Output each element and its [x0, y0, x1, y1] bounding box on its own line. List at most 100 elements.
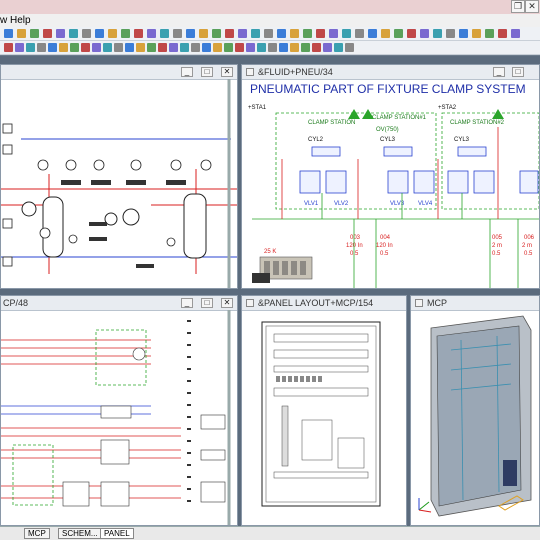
toolbar-tool-icon[interactable]	[43, 29, 52, 38]
toolbar-tool-icon[interactable]	[446, 29, 455, 38]
toolbar-tool-icon[interactable]	[268, 43, 277, 52]
toolbar-tool-icon[interactable]	[26, 43, 35, 52]
toolbar-tool-icon[interactable]	[420, 29, 429, 38]
toolbar-tool-icon[interactable]	[329, 29, 338, 38]
toolbar-tool-icon[interactable]	[147, 29, 156, 38]
toolbar-tool-icon[interactable]	[15, 43, 24, 52]
toolbar-tool-icon[interactable]	[103, 43, 112, 52]
toolbar-tool-icon[interactable]	[56, 29, 65, 38]
pneumatic-drawing[interactable]: PNEUMATIC PART OF FIXTURE CLAMP SYSTEM +…	[242, 79, 539, 288]
pid-window[interactable]: _ □ ✕	[0, 64, 238, 289]
schematic-drawing[interactable]	[1, 310, 237, 525]
tab-schematic[interactable]: SCHEM...	[58, 528, 102, 539]
toolbar-tool-icon[interactable]	[37, 43, 46, 52]
page-icon	[246, 68, 254, 76]
minimize-button[interactable]: _	[181, 67, 193, 77]
toolbar-tool-icon[interactable]	[17, 29, 26, 38]
toolbar-tool-icon[interactable]	[301, 43, 310, 52]
toolbar-tool-icon[interactable]	[30, 29, 39, 38]
toolbar-tool-icon[interactable]	[92, 43, 101, 52]
toolbar-tool-icon[interactable]	[342, 29, 351, 38]
toolbar-tool-icon[interactable]	[257, 43, 266, 52]
toolbar-tool-icon[interactable]	[224, 43, 233, 52]
toolbar-tool-icon[interactable]	[69, 29, 78, 38]
toolbar-tool-icon[interactable]	[312, 43, 321, 52]
toolbar-tool-icon[interactable]	[290, 29, 299, 38]
toolbar-tool-icon[interactable]	[225, 29, 234, 38]
minimize-button[interactable]: _	[493, 67, 505, 77]
toolbar-tool-icon[interactable]	[59, 43, 68, 52]
toolbar-tool-icon[interactable]	[246, 43, 255, 52]
toolbar-tool-icon[interactable]	[235, 43, 244, 52]
toolbar-tool-icon[interactable]	[4, 29, 13, 38]
toolbar-tool-icon[interactable]	[472, 29, 481, 38]
maximize-button[interactable]: □	[201, 298, 213, 308]
toolbar-tool-icon[interactable]	[202, 43, 211, 52]
toolbar-tool-icon[interactable]	[316, 29, 325, 38]
toolbar-tool-icon[interactable]	[238, 29, 247, 38]
toolbar-tool-icon[interactable]	[136, 43, 145, 52]
toolbar-tool-icon[interactable]	[169, 43, 178, 52]
toolbar-tool-icon[interactable]	[433, 29, 442, 38]
menu-help[interactable]: Help	[10, 14, 31, 27]
toolbar-tool-icon[interactable]	[345, 43, 354, 52]
toolbar-tool-icon[interactable]	[121, 29, 130, 38]
minimize-button[interactable]: _	[181, 298, 193, 308]
toolbar-tool-icon[interactable]	[70, 43, 79, 52]
toolbar-tool-icon[interactable]	[368, 29, 377, 38]
toolbar-tool-icon[interactable]	[158, 43, 167, 52]
tab-mcp[interactable]: MCP	[24, 528, 50, 539]
toolbar-tool-icon[interactable]	[212, 29, 221, 38]
toolbar-tool-icon[interactable]	[160, 29, 169, 38]
toolbar-tool-icon[interactable]	[108, 29, 117, 38]
toolbar-tool-icon[interactable]	[251, 29, 260, 38]
panel-layout-window[interactable]: &PANEL LAYOUT+MCP/154	[241, 295, 407, 526]
toolbar-tool-icon[interactable]	[213, 43, 222, 52]
close-button[interactable]: ✕	[221, 67, 233, 77]
page-icon	[246, 299, 254, 307]
toolbar-tool-icon[interactable]	[279, 43, 288, 52]
close-button[interactable]: ✕	[525, 0, 539, 13]
mcp-3d-window[interactable]: MCP	[410, 295, 540, 526]
window-caption: _ □ ✕	[1, 65, 237, 80]
toolbar-tool-icon[interactable]	[134, 29, 143, 38]
toolbar-tool-icon[interactable]	[147, 43, 156, 52]
schematic-window[interactable]: CP/48 _ □ ✕	[0, 295, 238, 526]
pid-drawing[interactable]	[1, 79, 237, 288]
toolbar-tool-icon[interactable]	[180, 43, 189, 52]
maximize-button[interactable]: □	[201, 67, 213, 77]
toolbar-tool-icon[interactable]	[95, 29, 104, 38]
toolbar-tool-icon[interactable]	[394, 29, 403, 38]
tab-panel[interactable]: PANEL	[100, 528, 134, 539]
toolbar-tool-icon[interactable]	[407, 29, 416, 38]
toolbar-tool-icon[interactable]	[125, 43, 134, 52]
toolbar-tool-icon[interactable]	[199, 29, 208, 38]
toolbar-tool-icon[interactable]	[334, 43, 343, 52]
maximize-button[interactable]: □	[512, 67, 524, 77]
toolbar-tool-icon[interactable]	[355, 29, 364, 38]
toolbar-tool-icon[interactable]	[381, 29, 390, 38]
toolbar-tool-icon[interactable]	[186, 29, 195, 38]
toolbar-tool-icon[interactable]	[264, 29, 273, 38]
toolbar-tool-icon[interactable]	[498, 29, 507, 38]
panel-layout-drawing[interactable]	[242, 310, 406, 525]
toolbar-tool-icon[interactable]	[485, 29, 494, 38]
toolbar-tool-icon[interactable]	[114, 43, 123, 52]
toolbar-tool-icon[interactable]	[290, 43, 299, 52]
menu-view[interactable]: w	[0, 14, 7, 27]
toolbar-tool-icon[interactable]	[48, 43, 57, 52]
toolbar-tool-icon[interactable]	[303, 29, 312, 38]
toolbar-tool-icon[interactable]	[323, 43, 332, 52]
toolbar-tool-icon[interactable]	[81, 43, 90, 52]
close-button[interactable]: ✕	[221, 298, 233, 308]
toolbar-tool-icon[interactable]	[459, 29, 468, 38]
pneumatic-window[interactable]: &FLUID+PNEU/34 _ □ PNEUMATIC PART OF FIX…	[241, 64, 540, 289]
toolbar-tool-icon[interactable]	[191, 43, 200, 52]
toolbar-tool-icon[interactable]	[277, 29, 286, 38]
restore-button[interactable]: ❐	[511, 0, 525, 13]
mcp-3d-view[interactable]	[411, 310, 539, 525]
toolbar-tool-icon[interactable]	[511, 29, 520, 38]
toolbar-tool-icon[interactable]	[82, 29, 91, 38]
toolbar-tool-icon[interactable]	[4, 43, 13, 52]
toolbar-tool-icon[interactable]	[173, 29, 182, 38]
